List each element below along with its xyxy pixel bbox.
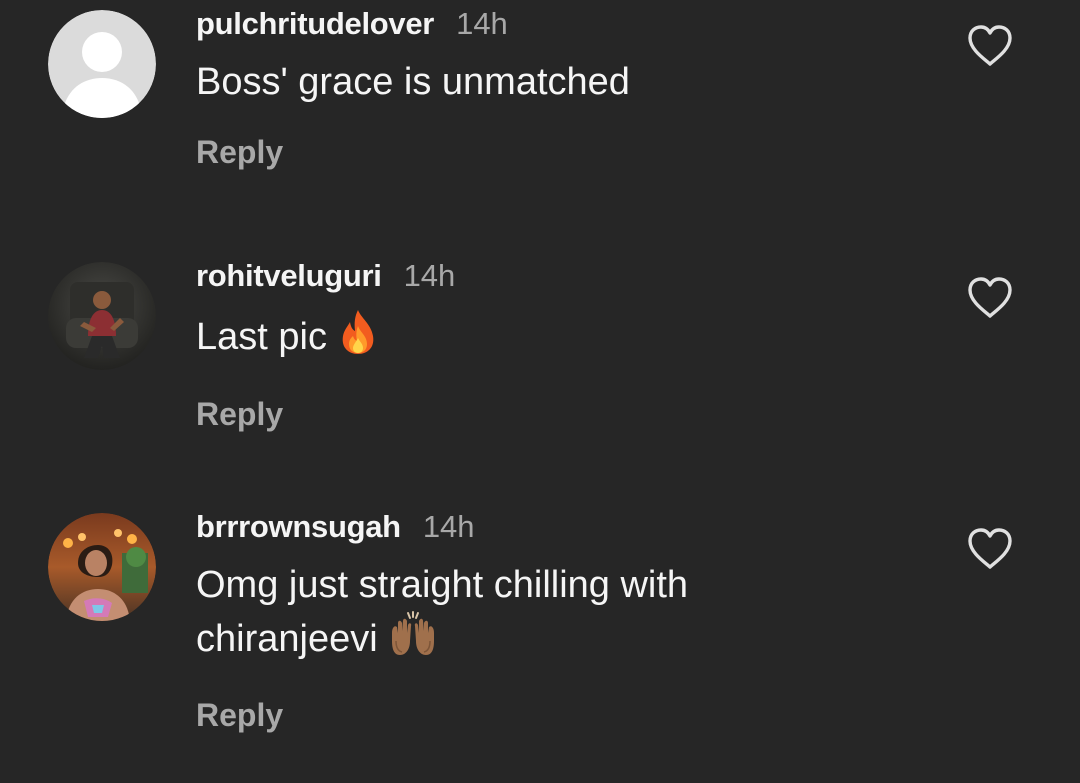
user-photo-avatar[interactable] (48, 513, 156, 621)
comment-text-content: Boss' grace is unmatched (196, 61, 630, 103)
comment-timestamp: 14h (403, 258, 456, 293)
comment-meta: pulchritudelover 14h (196, 6, 896, 46)
comment-username[interactable]: brrrownsugah (196, 509, 401, 545)
comment-username[interactable]: pulchritudelover (196, 6, 434, 42)
user-photo-avatar[interactable] (48, 262, 156, 370)
default-avatar-icon[interactable] (48, 10, 156, 118)
heart-outline-icon[interactable] (966, 276, 1014, 320)
comment-text-line: chiranjeevi (196, 611, 896, 671)
comment-meta: brrrownsugah 14h (196, 509, 896, 549)
comment-text: Omg just straight chilling with chiranje… (196, 559, 896, 671)
reply-button[interactable]: Reply (196, 134, 896, 171)
heart-outline-icon[interactable] (966, 24, 1014, 68)
fire-emoji (337, 308, 379, 370)
comment-text-content: Last pic (196, 316, 327, 359)
comment-username[interactable]: rohitveluguri (196, 258, 382, 294)
raising-hands-emoji (388, 611, 438, 671)
reply-button[interactable]: Reply (196, 396, 896, 433)
comment-body: rohitveluguri 14h Last pic Reply (196, 258, 896, 433)
comment-body: brrrownsugah 14h Omg just straight chill… (196, 509, 896, 734)
heart-outline-icon[interactable] (966, 527, 1014, 571)
reply-button[interactable]: Reply (196, 697, 896, 734)
comment-text: Boss' grace is unmatched (196, 56, 896, 108)
comment-meta: rohitveluguri 14h (196, 258, 896, 298)
comments-list: pulchritudelover 14h Boss' grace is unma… (0, 0, 1080, 783)
comment-text: Last pic (196, 308, 896, 370)
comment-text-line: Omg just straight chilling with (196, 564, 689, 606)
comment-body: pulchritudelover 14h Boss' grace is unma… (196, 6, 896, 171)
comment-timestamp: 14h (422, 509, 475, 544)
comment-timestamp: 14h (456, 6, 508, 41)
comment-text-content: chiranjeevi (196, 618, 378, 661)
